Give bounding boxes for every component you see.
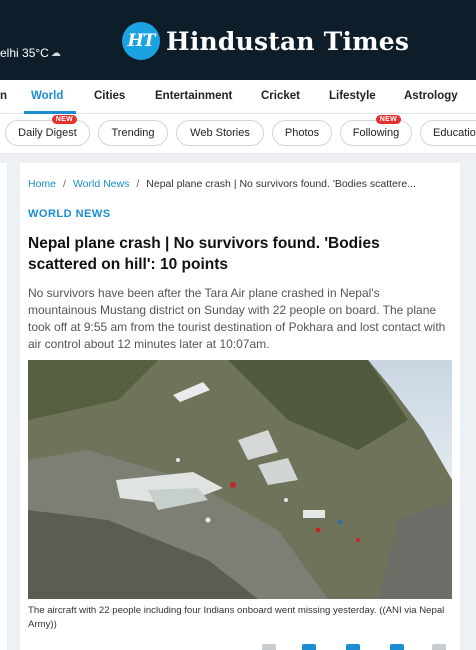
pill-label: Photos [284,127,320,139]
breadcrumb-home[interactable]: Home [28,178,56,190]
nav-item-world[interactable]: World [31,90,63,102]
main-nav: n World Cities Entertainment Cricket Lif… [0,80,476,114]
left-rail [0,163,7,650]
breadcrumb: Home / World News / Nepal plane crash | No s… [28,178,416,190]
new-badge: NEW [51,115,77,124]
pill-label: Following [352,127,400,139]
breadcrumb-separator: / [63,178,66,190]
photo-caption: The aircraft with 22 people including fo… [28,605,445,630]
bookmark-icon[interactable] [262,644,276,650]
article-card: Home / World News / Nepal plane crash | No s… [20,163,460,650]
pill-photos[interactable]: Photos [272,120,332,146]
cloud-icon: ☁ [50,47,61,59]
pill-label: Web Stories [190,127,250,139]
ht-logo-badge: HT [122,22,160,60]
site-logo[interactable]: HT Hindustan Times [122,22,409,60]
pill-trending[interactable]: Trending [98,120,168,146]
pill-label: Trending [111,127,155,139]
new-badge: NEW [375,115,401,124]
article-category[interactable]: WORLD NEWS [28,208,111,220]
article-headline: Nepal plane crash | No survivors found. … [28,235,380,273]
article-summary: No survivors have been after the Tara Ai… [28,286,446,351]
nav-item-partial[interactable]: n [0,90,7,102]
pill-web-stories[interactable]: Web Stories [176,120,264,146]
nav-item-cities[interactable]: Cities [94,90,125,102]
email-share-icon[interactable] [432,644,446,650]
pill-label: Daily Digest [18,127,77,139]
nav-item-entertainment[interactable]: Entertainment [155,90,232,102]
weather-widget[interactable]: elhi 35°C ☁ [0,46,61,60]
pill-following[interactable]: Following NEW [340,115,412,146]
breadcrumb-separator: / [136,178,140,190]
pill-label: Educatio [433,127,476,139]
nav-item-cricket[interactable]: Cricket [261,90,300,102]
linkedin-share-icon[interactable] [390,644,404,650]
twitter-share-icon[interactable] [346,644,360,650]
crash-site-photo [28,360,452,599]
article-photo[interactable] [28,360,452,599]
nav-item-astrology[interactable]: Astrology [404,90,458,102]
nav-item-lifestyle[interactable]: Lifestyle [329,90,376,102]
breadcrumb-section[interactable]: World News [73,178,129,190]
facebook-share-icon[interactable] [302,644,316,650]
weather-text: elhi 35°C [0,46,49,60]
breadcrumb-current: Nepal plane crash | No survivors found. … [146,178,416,190]
pill-daily-digest[interactable]: Daily Digest NEW [5,115,90,146]
logo-wordmark: Hindustan Times [166,26,410,56]
site-header: elhi 35°C ☁ HT Hindustan Times [0,0,476,80]
quick-links-bar: Daily Digest NEW Trending Web Stories Ph… [0,114,476,154]
pill-education[interactable]: Educatio [420,120,476,146]
